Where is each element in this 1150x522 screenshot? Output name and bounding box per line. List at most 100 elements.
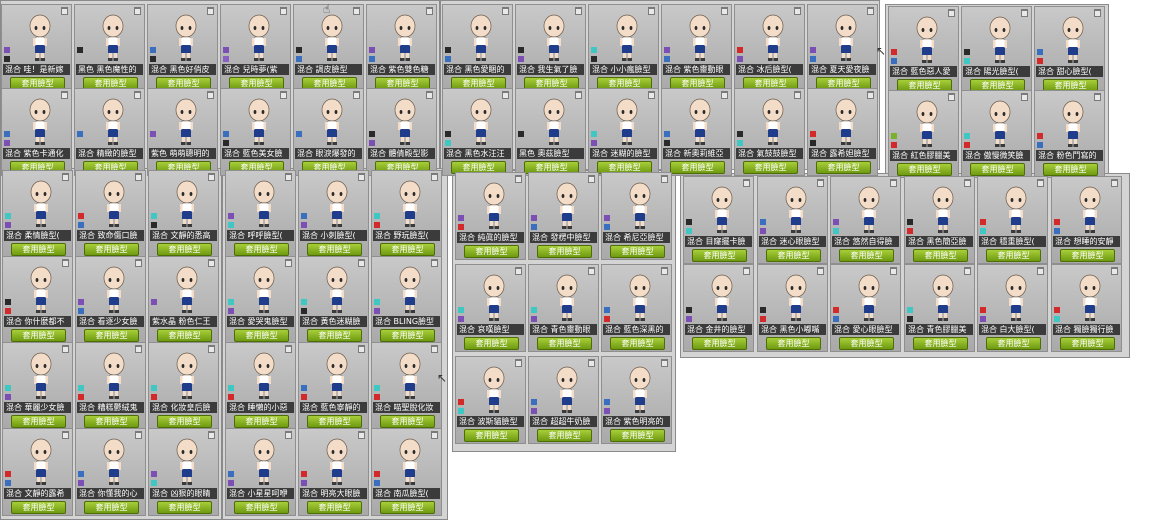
trash-icon[interactable] xyxy=(1037,179,1044,187)
face-card[interactable]: 混合 睡懶的小惡 套用臉型 xyxy=(225,342,296,430)
face-card[interactable]: 混合 純眞的臉型 套用臉型 xyxy=(455,172,526,260)
face-card[interactable]: 混合 紫色卡通化 套用臉型 xyxy=(1,88,72,176)
trash-icon[interactable] xyxy=(515,267,522,275)
face-card[interactable]: 混合 甜心臉型(套用臉型 xyxy=(1034,6,1105,94)
face-card[interactable]: 混合 迷心眼臉型 套用臉型 xyxy=(757,176,828,264)
face-card[interactable]: 混合 華麗少女臉 套用臉型 xyxy=(2,342,73,430)
trash-icon[interactable] xyxy=(61,91,68,99)
face-card[interactable]: 混合 看逐少女臉 套用臉型 xyxy=(75,256,146,344)
face-card[interactable]: 紫水晶 粉色仁王 套用臉型 xyxy=(148,256,219,344)
apply-face-button[interactable]: 套用臉型 xyxy=(84,329,139,342)
face-card[interactable]: 混合 希尼亞臉型 套用臉型 xyxy=(601,172,672,260)
apply-face-button[interactable]: 套用臉型 xyxy=(610,245,665,258)
apply-face-button[interactable]: 套用臉型 xyxy=(897,163,952,176)
face-card[interactable]: 混合 紅色膠臘美 套用臉型 xyxy=(888,90,959,178)
apply-face-button[interactable]: 套用臉型 xyxy=(692,337,747,350)
trash-icon[interactable] xyxy=(743,179,750,187)
apply-face-button[interactable]: 套用臉型 xyxy=(537,429,592,442)
face-card[interactable]: 混合 想睡的安靜 套用臉型 xyxy=(1051,176,1122,264)
trash-icon[interactable] xyxy=(721,91,728,99)
face-card[interactable]: 混合 青色膠臘美 套用臉型 xyxy=(904,264,975,352)
apply-face-button[interactable]: 套用臉型 xyxy=(11,415,66,428)
trash-icon[interactable] xyxy=(358,259,365,267)
trash-icon[interactable] xyxy=(721,7,728,15)
face-card[interactable]: 混合 紫色靈動眼 套用臉型 xyxy=(661,4,732,92)
apply-face-button[interactable]: 套用臉型 xyxy=(157,415,212,428)
trash-icon[interactable] xyxy=(207,91,214,99)
trash-icon[interactable] xyxy=(426,7,433,15)
face-card[interactable]: 混合 穩重臉型(套用臉型 xyxy=(977,176,1048,264)
trash-icon[interactable] xyxy=(1021,93,1028,101)
trash-icon[interactable] xyxy=(208,259,215,267)
face-card[interactable]: 混合 化妝皇后臉 套用臉型 xyxy=(148,342,219,430)
apply-face-button[interactable]: 套用臉型 xyxy=(157,501,212,514)
face-card[interactable]: 混合 青色靈動眼 套用臉型 xyxy=(528,264,599,352)
face-card[interactable]: 黑色 奧茲臉型 套用臉型 xyxy=(515,88,586,176)
apply-face-button[interactable]: 套用臉型 xyxy=(1060,249,1115,262)
apply-face-button[interactable]: 套用臉型 xyxy=(610,429,665,442)
apply-face-button[interactable]: 套用臉型 xyxy=(234,243,289,256)
face-card[interactable]: 黑色 黑色魔性的 套用臉型 xyxy=(74,4,145,92)
apply-face-button[interactable]: 套用臉型 xyxy=(307,329,362,342)
face-card[interactable]: 混合 黑色愛睏的 套用臉型 xyxy=(442,4,513,92)
face-card[interactable]: 混合 明亮大眼臉 套用臉型 xyxy=(298,428,369,516)
face-card[interactable]: 混合 愛心眼臉型 套用臉型 xyxy=(830,264,901,352)
apply-face-button[interactable]: 套用臉型 xyxy=(816,161,871,174)
trash-icon[interactable] xyxy=(426,91,433,99)
trash-icon[interactable] xyxy=(502,91,509,99)
face-card[interactable]: 混合 紫色明亮的 套用臉型 xyxy=(601,356,672,444)
trash-icon[interactable] xyxy=(62,345,69,353)
face-card[interactable]: 混合 夏天愛夜臉 套用臉型 xyxy=(807,4,878,92)
apply-face-button[interactable]: 套用臉型 xyxy=(380,329,435,342)
apply-face-button[interactable]: 套用臉型 xyxy=(1060,337,1115,350)
apply-face-button[interactable]: 套用臉型 xyxy=(913,249,968,262)
face-card[interactable]: 混合 藍色寧靜的 套用臉型 xyxy=(298,342,369,430)
apply-face-button[interactable]: 套用臉型 xyxy=(537,337,592,350)
apply-face-button[interactable]: 套用臉型 xyxy=(11,329,66,342)
face-card[interactable]: 混合 南瓜臉型(套用臉型 xyxy=(371,428,442,516)
trash-icon[interactable] xyxy=(964,267,971,275)
apply-face-button[interactable]: 套用臉型 xyxy=(766,337,821,350)
face-card[interactable]: 混合 陽光臉型(套用臉型 xyxy=(961,6,1032,94)
face-card[interactable]: 混合 呼呼臉型(套用臉型 xyxy=(225,170,296,258)
face-card[interactable]: 混合 藍色深黑的 套用臉型 xyxy=(601,264,672,352)
face-card[interactable]: 混合 獨臉獨行臉 套用臉型 xyxy=(1051,264,1122,352)
trash-icon[interactable] xyxy=(1111,267,1118,275)
apply-face-button[interactable]: 套用臉型 xyxy=(692,249,747,262)
face-card[interactable]: 混合 藍色惡人愛 套用臉型 xyxy=(888,6,959,94)
apply-face-button[interactable]: 套用臉型 xyxy=(11,243,66,256)
apply-face-button[interactable]: 套用臉型 xyxy=(157,243,212,256)
trash-icon[interactable] xyxy=(502,7,509,15)
trash-icon[interactable] xyxy=(575,7,582,15)
trash-icon[interactable] xyxy=(431,431,438,439)
face-card[interactable]: 混合 致命傷口臉 套用臉型 xyxy=(75,170,146,258)
trash-icon[interactable] xyxy=(358,173,365,181)
trash-icon[interactable] xyxy=(661,359,668,367)
trash-icon[interactable] xyxy=(515,359,522,367)
face-card[interactable]: 混合 喵聖脫化妝 套用臉型 xyxy=(371,342,442,430)
face-card[interactable]: 混合 哇！是新嫁 套用臉型 xyxy=(1,4,72,92)
trash-icon[interactable] xyxy=(661,175,668,183)
apply-face-button[interactable]: 套用臉型 xyxy=(307,243,362,256)
trash-icon[interactable] xyxy=(817,179,824,187)
face-card[interactable]: 混合 BLING臉型 套用臉型 xyxy=(371,256,442,344)
trash-icon[interactable] xyxy=(648,7,655,15)
face-card[interactable]: 混合 黃色迷糊臉 套用臉型 xyxy=(298,256,369,344)
face-card[interactable]: 混合 你什麼都不 套用臉型 xyxy=(2,256,73,344)
face-card[interactable]: 混合 眼淚爆發的 套用臉型 xyxy=(293,88,364,176)
trash-icon[interactable] xyxy=(431,345,438,353)
face-card[interactable]: 混合 新奧莉維亞 套用臉型 xyxy=(661,88,732,176)
face-card[interactable]: 混合 黑色好俏皮 套用臉型 xyxy=(147,4,218,92)
face-card[interactable]: 混合 我生氣了臉 套用臉型 xyxy=(515,4,586,92)
apply-face-button[interactable]: 套用臉型 xyxy=(464,337,519,350)
trash-icon[interactable] xyxy=(135,345,142,353)
apply-face-button[interactable]: 套用臉型 xyxy=(234,501,289,514)
trash-icon[interactable] xyxy=(515,175,522,183)
apply-face-button[interactable]: 套用臉型 xyxy=(839,337,894,350)
face-card[interactable]: 混合 金井的臉型 套用臉型 xyxy=(683,264,754,352)
apply-face-button[interactable]: 套用臉型 xyxy=(986,337,1041,350)
face-card[interactable]: 混合 露希妲臉型 套用臉型 xyxy=(807,88,878,176)
trash-icon[interactable] xyxy=(1094,93,1101,101)
face-card[interactable]: 混合 粉色鬥寫的 套用臉型 xyxy=(1034,90,1105,178)
trash-icon[interactable] xyxy=(948,93,955,101)
